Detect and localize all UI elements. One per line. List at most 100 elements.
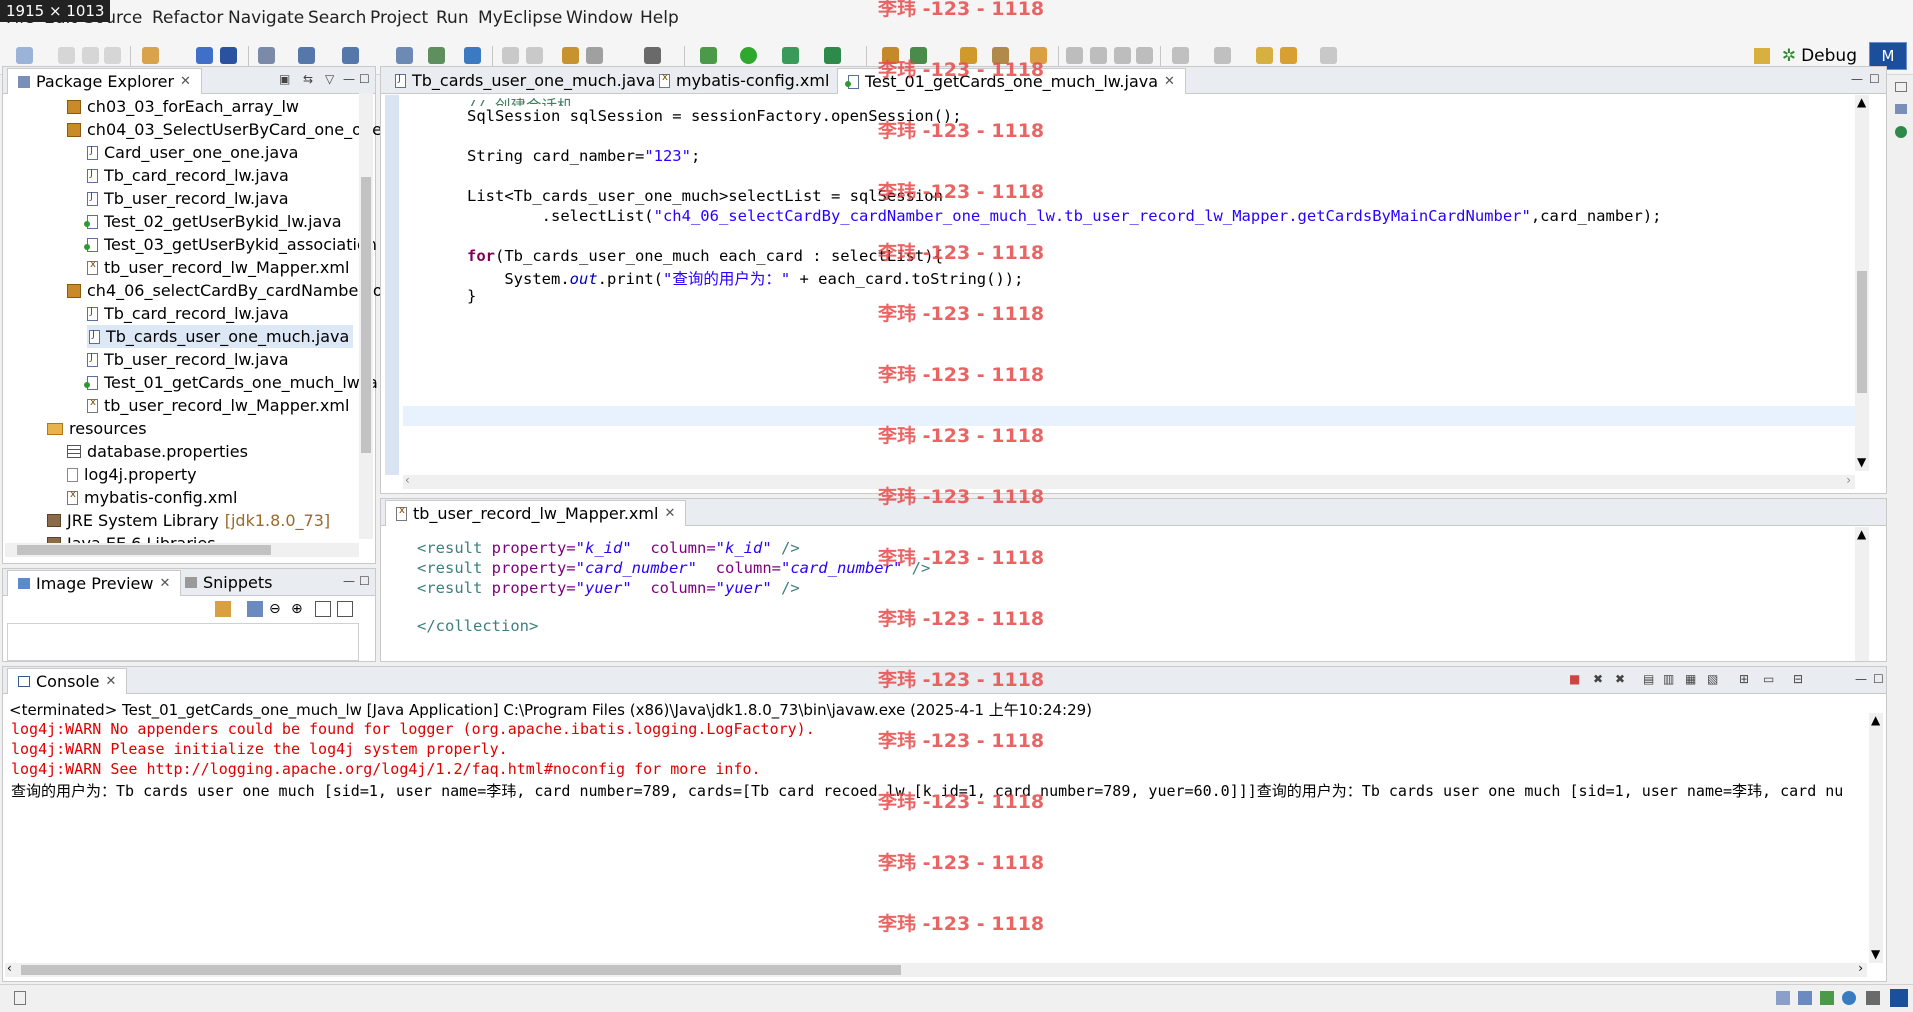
close-icon[interactable]: ✕ (159, 576, 170, 591)
tree-item[interactable]: ch03_03_forEach_array_lw (67, 95, 299, 118)
coverage-icon[interactable] (782, 47, 799, 64)
show-on-stderr-icon[interactable]: ▧ (1707, 672, 1718, 686)
show-on-stdout-icon[interactable]: ▦ (1685, 672, 1696, 686)
new-icon[interactable] (16, 47, 33, 64)
server-icon[interactable] (220, 47, 237, 64)
forward-icon[interactable] (1320, 47, 1337, 64)
status-icon-6[interactable] (1890, 989, 1908, 1007)
tree-vertical-scrollbar[interactable] (359, 93, 373, 539)
minimize-icon[interactable]: — (1851, 72, 1863, 86)
pin-console-icon[interactable]: ⊞ (1739, 672, 1749, 686)
outline-icon[interactable] (1895, 104, 1907, 114)
view-menu-icon[interactable]: ▽ (325, 72, 334, 86)
menu-run[interactable]: Run (436, 8, 469, 28)
menu-help[interactable]: Help (640, 8, 679, 28)
pen-icon[interactable] (1090, 47, 1107, 64)
save-all-icon[interactable] (82, 47, 99, 64)
redo-icon[interactable] (526, 47, 543, 64)
new-project-icon[interactable] (142, 47, 159, 64)
code-line[interactable]: System.out.print("查询的用户为：" + each_card.t… (467, 267, 1023, 288)
code-line[interactable]: List<Tb_cards_user_one_much>selectList =… (467, 187, 943, 207)
restore-icon[interactable] (1895, 82, 1907, 92)
tab-snippets[interactable]: Snippets (175, 571, 283, 594)
refresh-preview-icon[interactable] (215, 601, 231, 617)
status-icon-5[interactable] (1866, 991, 1880, 1005)
package-icon[interactable] (196, 47, 213, 64)
debug-perspective-button[interactable]: ✲ Debug (1776, 46, 1863, 66)
open-perspective-icon[interactable] (1753, 48, 1770, 64)
tree-item[interactable]: ch04_03_SelectUserByCard_one_one (67, 118, 382, 141)
open-console-icon[interactable]: ⊟ (1793, 672, 1803, 686)
save-icon[interactable] (58, 47, 75, 64)
editor-vertical-scrollbar[interactable]: ▲ ▼ (1855, 95, 1869, 471)
xml-vertical-scrollbar[interactable]: ▲ (1855, 527, 1869, 661)
xml-result-line[interactable]: <result property="card_number" column="c… (417, 559, 930, 579)
terminal-icon[interactable] (644, 47, 661, 64)
console-vertical-scrollbar[interactable]: ▲ ▼ (1869, 713, 1883, 963)
tree-horizontal-scrollbar[interactable] (5, 543, 359, 557)
tomcat-icon[interactable] (396, 47, 413, 64)
tree-item[interactable]: Card_user_one_one.java (87, 141, 298, 164)
debug-server-icon[interactable] (428, 47, 445, 64)
deploy-icon[interactable] (258, 47, 275, 64)
tree-item[interactable]: JRE System Library [jdk1.8.0_73] (47, 509, 330, 532)
run-icon[interactable] (740, 47, 757, 64)
editor-horizontal-scrollbar[interactable]: ‹ › (403, 473, 1855, 489)
minimize-icon[interactable]: — (343, 574, 355, 588)
globe-icon[interactable] (464, 47, 481, 64)
back-icon[interactable] (1280, 47, 1297, 64)
tab-tb-user-record-mapper[interactable]: tb_user_record_lw_Mapper.xml ✕ (385, 500, 687, 526)
last-edit-icon[interactable] (1256, 47, 1273, 64)
xml-result-line[interactable]: <result property="yuer" column="yuer" /> (417, 579, 800, 599)
remove-launch-icon[interactable]: ✖ (1593, 672, 1603, 686)
code-line[interactable]: .selectList("ch4_06_selectCardBy_cardNam… (467, 207, 1662, 227)
status-icon-1[interactable] (1776, 991, 1790, 1005)
tree-item[interactable]: Tb_user_record_lw.java (87, 187, 289, 210)
tree-item[interactable]: mybatis-config.xml (67, 486, 237, 509)
status-icon-3[interactable] (1820, 991, 1834, 1005)
display-console-icon[interactable]: ▭ (1763, 672, 1774, 686)
clear-console-icon[interactable]: ▤ (1643, 672, 1654, 686)
tab-tb-cards-user-one-much[interactable]: Tb_cards_user_one_much.java (385, 69, 665, 92)
tree-item[interactable]: tb_user_record_lw_Mapper.xml (87, 256, 349, 279)
xml-closing-tag[interactable]: </collection> (417, 617, 538, 637)
tab-image-preview[interactable]: Image Preview ✕ (7, 570, 182, 596)
maximize-icon[interactable]: ☐ (1873, 672, 1884, 686)
tree-item[interactable]: Test_03_getUserBykid_association (84, 233, 377, 256)
actual-size-icon[interactable] (315, 601, 331, 617)
fast-view-icon[interactable] (14, 991, 26, 1005)
search-icon[interactable] (586, 47, 603, 64)
pilcrow-icon[interactable] (1136, 47, 1153, 64)
tree-item[interactable]: database.properties (67, 440, 248, 463)
menu-search[interactable]: Search (308, 8, 366, 28)
close-icon[interactable]: ✕ (106, 674, 117, 689)
menu-window[interactable]: Window (566, 8, 633, 28)
tab-package-explorer[interactable]: Package Explorer ✕ (7, 68, 202, 94)
minimize-icon[interactable]: — (343, 72, 355, 86)
code-line[interactable]: for(Tb_cards_user_one_much each_card : s… (467, 247, 943, 267)
zoom-in-icon[interactable]: ⊕ (291, 601, 303, 617)
tree-item[interactable]: tb_user_record_lw_Mapper.xml (87, 394, 349, 417)
status-icon-4[interactable] (1842, 991, 1856, 1005)
tab-console[interactable]: Console ✕ (7, 668, 128, 694)
annotation-icon[interactable] (1066, 47, 1083, 64)
close-icon[interactable]: ✕ (1164, 74, 1175, 89)
stretch-icon[interactable] (337, 601, 353, 617)
wizard-icon[interactable] (298, 47, 315, 64)
minimize-icon[interactable]: — (1855, 672, 1867, 686)
close-icon[interactable]: ✕ (180, 74, 191, 89)
maximize-icon[interactable]: ☐ (1869, 72, 1880, 86)
gear-icon[interactable] (1895, 126, 1907, 138)
zoom-out-icon[interactable]: ⊖ (269, 601, 281, 617)
collapse-all-icon[interactable]: ▣ (279, 72, 290, 86)
tab-mybatis-config[interactable]: mybatis-config.xml (649, 69, 839, 92)
maximize-icon[interactable]: ☐ (359, 574, 370, 588)
close-icon[interactable]: ✕ (664, 506, 675, 521)
tree-item[interactable]: Tb_user_record_lw.java (87, 348, 289, 371)
code-line[interactable]: } (467, 287, 476, 307)
debug-run-icon[interactable] (700, 47, 717, 64)
tree-item[interactable]: Test_01_getCards_one_much_lw.ja (84, 371, 378, 394)
prev-annotation-icon[interactable] (1214, 47, 1231, 64)
maximize-icon[interactable]: ☐ (359, 72, 370, 86)
code-line[interactable]: String card_namber="123"; (467, 147, 700, 167)
